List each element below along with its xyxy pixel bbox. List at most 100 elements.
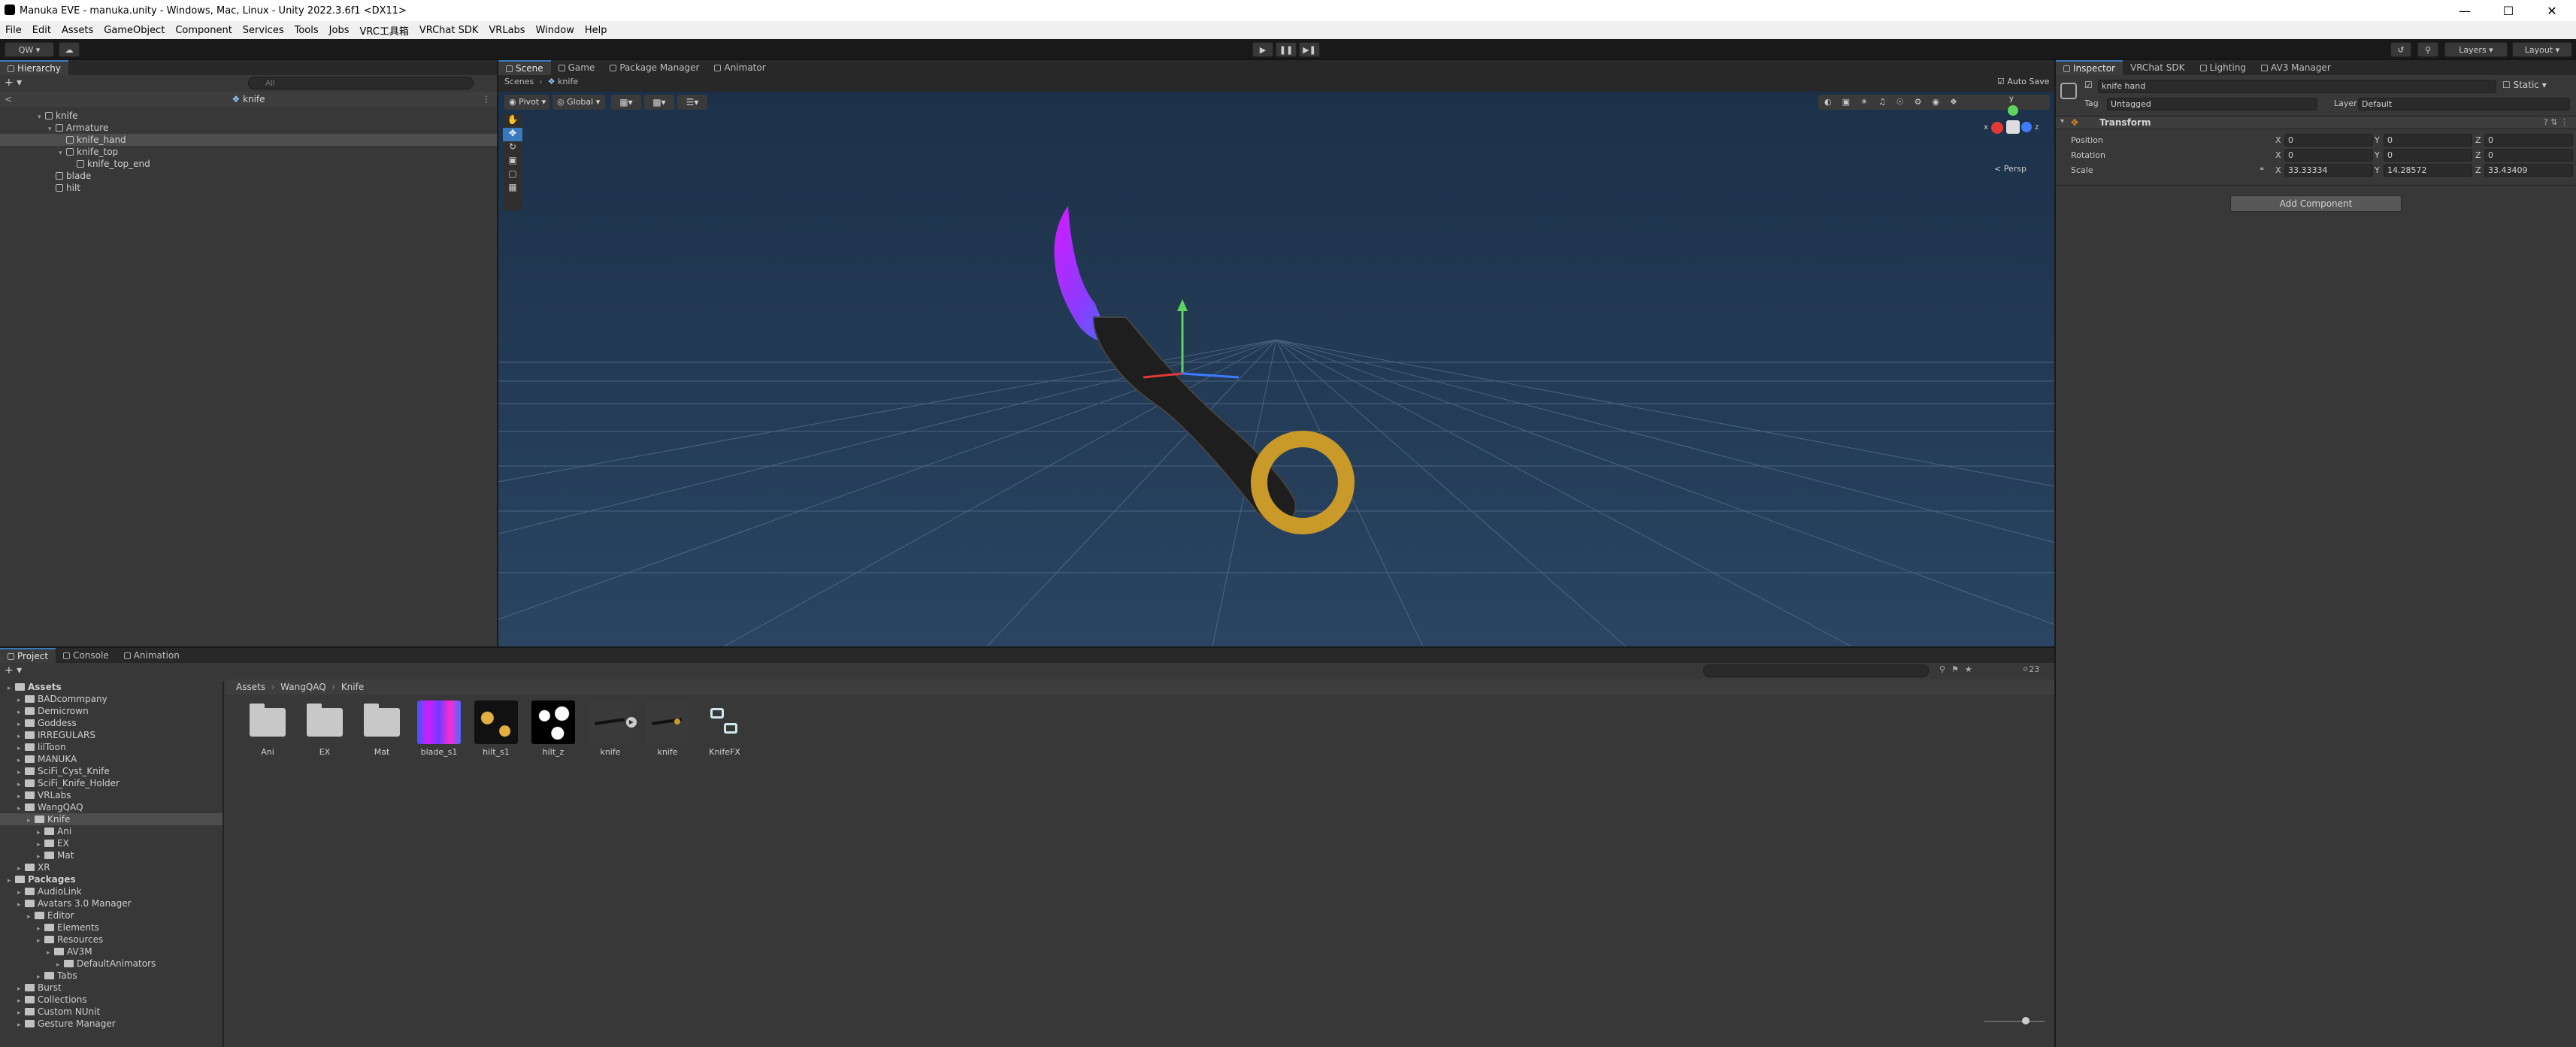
cloud-icon[interactable]: ☁ [59, 42, 80, 57]
create-asset-button[interactable]: + ▾ [5, 664, 22, 676]
menu-help[interactable]: Help [580, 25, 613, 36]
constrain-proportions-icon[interactable]: ⚭ [2259, 165, 2265, 174]
scale-x-field[interactable]: 33.33334 [2284, 164, 2373, 177]
add-object-button[interactable]: + ▾ [5, 77, 22, 89]
asset-texture-hilt-z[interactable]: hilt_z [531, 701, 576, 757]
more-icon[interactable]: ⋮ [482, 92, 491, 107]
asset-animator-knifefx[interactable]: KnifeFX [702, 701, 747, 757]
account-dropdown[interactable]: QW ▾ [5, 42, 54, 57]
hierarchy-row-knife[interactable]: ▾ knife [38, 110, 78, 122]
hierarchy-row-knife-hand[interactable]: knife_hand [0, 134, 497, 146]
menu-vrchat-sdk[interactable]: VRChat SDK [414, 25, 484, 36]
project-tree-item[interactable]: ▸ Demicrown [0, 705, 222, 717]
position-y-field[interactable]: 0 [2384, 134, 2472, 147]
project-tree-item[interactable]: ▸ AudioLink [0, 885, 222, 897]
menu-gameobject[interactable]: GameObject [98, 25, 170, 36]
pivot-dropdown[interactable]: ◉ Pivot ▾ [504, 95, 549, 110]
rotation-x-field[interactable]: 0 [2284, 149, 2373, 162]
hierarchy-search-input[interactable] [248, 77, 474, 89]
project-tree-item[interactable]: ▸ MANUKA [0, 753, 222, 765]
project-tree-item[interactable]: ▸ Packages [0, 873, 222, 885]
asset-prefab-knife[interactable]: knife [645, 701, 690, 757]
menu-vrlabs[interactable]: VRLabs [483, 25, 530, 36]
position-x-field[interactable]: 0 [2284, 134, 2373, 147]
maximize-button[interactable]: ☐ [2487, 0, 2530, 21]
asset-folder-mat[interactable]: Mat [359, 701, 404, 757]
asset-model-knife[interactable]: ▶ knife [588, 701, 637, 757]
project-tree-item[interactable]: ▸ Avatars 3.0 Manager [0, 897, 222, 909]
rotate-tool-icon[interactable]: ↻ [503, 141, 522, 155]
transform-tool-icon[interactable]: ▦ [503, 182, 522, 195]
scale-y-field[interactable]: 14.28572 [2384, 164, 2472, 177]
project-tree-item[interactable]: ▸ SciFi_Cyst_Knife [0, 765, 222, 777]
history-icon[interactable]: ↺ [2390, 42, 2411, 57]
tab-scene[interactable]: Scene [498, 60, 551, 75]
project-filter-icons[interactable]: ⚲⚑★ [1939, 664, 1978, 674]
tab-package-manager[interactable]: Package Manager [602, 60, 707, 75]
project-tree-item[interactable]: ▸ Assets [0, 681, 222, 693]
component-menu-icon[interactable]: ? ⇅ ⋮ [2544, 117, 2568, 127]
active-checkbox[interactable]: ☑ [2084, 80, 2093, 90]
add-component-button[interactable]: Add Component [2230, 195, 2402, 212]
project-tree-item[interactable]: ▸ WangQAQ [0, 801, 222, 813]
hierarchy-row-armature[interactable]: ▾ Armature [48, 122, 108, 134]
pause-button[interactable]: ❚❚ [1276, 42, 1297, 57]
hierarchy-row-knife-top[interactable]: ▾ knife_top [59, 146, 118, 158]
project-tree-item[interactable]: ▸ Resources [0, 934, 222, 946]
menu-tools[interactable]: Tools [289, 25, 324, 36]
asset-texture-hilt[interactable]: hilt_s1 [474, 701, 519, 757]
thumbnail-size-slider[interactable] [1984, 1017, 2045, 1024]
position-z-field[interactable]: 0 [2484, 134, 2573, 147]
scale-z-field[interactable]: 33.43409 [2484, 164, 2573, 177]
close-button[interactable]: ✕ [2530, 0, 2574, 21]
menu-component[interactable]: Component [170, 25, 237, 36]
tab-lighting[interactable]: Lighting [2193, 60, 2254, 75]
project-tree-item[interactable]: ▸ Tabs [0, 970, 222, 982]
tab-inspector[interactable]: Inspector [2056, 60, 2123, 75]
project-tree-item[interactable]: ▸ Goddess [0, 717, 222, 729]
step-button[interactable]: ▶❚ [1299, 42, 1320, 57]
grid-toggle-button[interactable]: ▩▾ [644, 95, 674, 110]
project-tree-item[interactable]: ▸ SciFi_Knife_Holder [0, 777, 222, 789]
transform-header[interactable]: ▾ ✥ Transform ? ⇅ ⋮ [2056, 116, 2576, 129]
breadcrumb-assets[interactable]: Assets [236, 682, 265, 692]
slider-handle[interactable] [2022, 1017, 2030, 1024]
object-name-field[interactable]: knife hand [2098, 80, 2496, 93]
project-tree-item[interactable]: ▸ Elements [0, 921, 222, 934]
tag-dropdown[interactable]: Untagged [2107, 98, 2317, 110]
tab-animation[interactable]: Animation [117, 648, 187, 663]
tab-vrchat-sdk[interactable]: VRChat SDK [2123, 60, 2193, 75]
project-tree-item[interactable]: ▸ IRREGULARS [0, 729, 222, 741]
project-tree-item[interactable]: ▸ BADcommpany [0, 693, 222, 705]
project-tree-item[interactable]: ▸ AV3M [0, 946, 222, 958]
knife-breadcrumb-link[interactable]: knife [558, 77, 578, 86]
project-tree-item[interactable]: ▸ Editor [0, 909, 222, 921]
splitter[interactable] [222, 681, 224, 1047]
layers-dropdown[interactable]: Layers ▾ [2444, 42, 2508, 57]
menu-services[interactable]: Services [238, 25, 289, 36]
auto-save-toggle[interactable]: ☑ Auto Save [1997, 77, 2049, 86]
rotation-y-field[interactable]: 0 [2384, 149, 2472, 162]
asset-folder-ex[interactable]: EX [302, 701, 347, 757]
minimize-button[interactable]: — [2443, 0, 2487, 21]
hierarchy-row-blade[interactable]: blade [56, 170, 91, 182]
menu-file[interactable]: File [0, 25, 27, 36]
scene-viewport[interactable]: ◉ Pivot ▾ ◎ Global ▾ ▦▾ ▩▾ ☰▾ ◐▣☀♫☉⚙◉❖ ✋… [498, 92, 2054, 646]
tab-game[interactable]: Game [551, 60, 603, 75]
persp-label[interactable]: < Persp [1994, 164, 2027, 174]
hierarchy-row-hilt[interactable]: hilt [56, 182, 80, 194]
global-dropdown[interactable]: ◎ Global ▾ [552, 95, 605, 110]
increment-snap-button[interactable]: ☰▾ [677, 95, 707, 110]
orientation-gizmo[interactable]: y x z [1984, 95, 2042, 156]
project-tree-item[interactable]: ▸ lilToon [0, 741, 222, 753]
back-arrow-icon[interactable]: < [5, 92, 12, 107]
project-tree-item[interactable]: ▸ XR [0, 861, 222, 873]
asset-texture-blade[interactable]: blade_s1 [416, 701, 462, 757]
grid-snap-button[interactable]: ▦▾ [611, 95, 641, 110]
project-search-input[interactable] [1703, 664, 1929, 677]
play-button[interactable]: ▶ [1252, 42, 1273, 57]
scenes-breadcrumb-link[interactable]: Scenes [504, 77, 534, 86]
breadcrumb-wangqaq[interactable]: WangQAQ [280, 682, 326, 692]
tab-animator[interactable]: Animator [707, 60, 773, 75]
menu-window[interactable]: Window [531, 25, 580, 36]
